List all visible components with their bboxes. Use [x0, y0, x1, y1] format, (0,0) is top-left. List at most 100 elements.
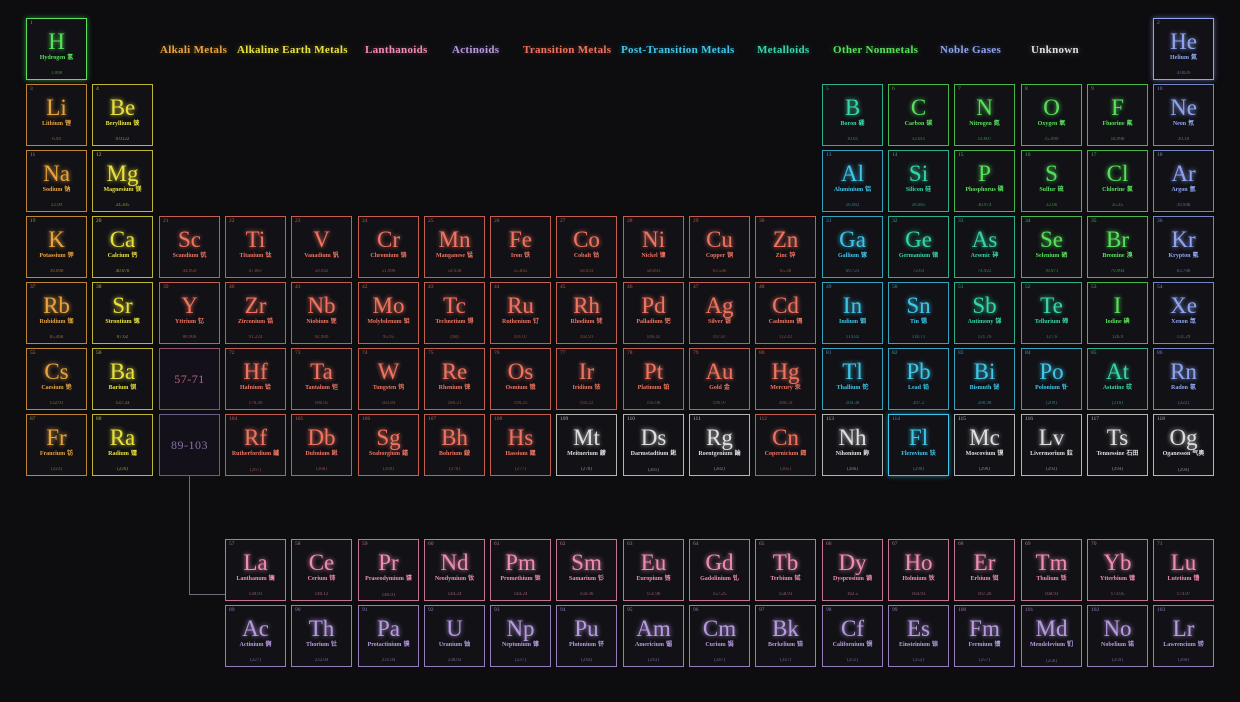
element-range-placeholder[interactable]: 89-103 [159, 414, 220, 476]
element-cell-fm[interactable]: 100 Fm Fermium 镄 (257) [954, 605, 1015, 667]
element-cell-cl[interactable]: 17 Cl Chlorine 氯 35.45 [1087, 150, 1148, 212]
element-cell-hg[interactable]: 80 Hg Mercury 汞 200.59 [755, 348, 816, 410]
element-cell-u[interactable]: 92 U Uranium 铀 238.03 [424, 605, 485, 667]
element-cell-fr[interactable]: 87 Fr Francium 钫 (223) [26, 414, 87, 476]
element-cell-al[interactable]: 13 Al Aluminium 铝 26.982 [822, 150, 883, 212]
element-cell-sc[interactable]: 21 Sc Scandium 钪 44.956 [159, 216, 220, 278]
element-cell-o[interactable]: 8 O Oxygen 氧 15.999 [1021, 84, 1082, 146]
element-cell-mg[interactable]: 12 Mg Magnesium 镁 24.305 [92, 150, 153, 212]
element-cell-tl[interactable]: 81 Tl Thallium 铊 204.38 [822, 348, 883, 410]
element-cell-tc[interactable]: 43 Tc Technetium 锝 (98) [424, 282, 485, 344]
element-cell-cm[interactable]: 96 Cm Curium 锔 (247) [689, 605, 750, 667]
element-cell-co[interactable]: 27 Co Cobalt 钴 58.933 [556, 216, 617, 278]
element-cell-cn[interactable]: 112 Cn Copernicium 鎶 (285) [755, 414, 816, 476]
element-cell-cu[interactable]: 29 Cu Copper 铜 63.546 [689, 216, 750, 278]
element-cell-mn[interactable]: 25 Mn Manganese 锰 54.938 [424, 216, 485, 278]
element-cell-la[interactable]: 57 La Lanthanum 镧 138.91 [225, 539, 286, 601]
element-cell-es[interactable]: 99 Es Einsteinium 锿 (252) [888, 605, 949, 667]
element-cell-bh[interactable]: 107 Bh Bohrium 𨨏 (270) [424, 414, 485, 476]
element-cell-pa[interactable]: 91 Pa Protactinium 镤 231.04 [358, 605, 419, 667]
element-cell-ga[interactable]: 31 Ga Gallium 镓 69.723 [822, 216, 883, 278]
element-cell-dy[interactable]: 66 Dy Dysprosium 镝 162.5 [822, 539, 883, 601]
element-cell-rf[interactable]: 104 Rf Rutherfordium 鑪 (267) [225, 414, 286, 476]
element-cell-fe[interactable]: 26 Fe Iron 铁 55.845 [490, 216, 551, 278]
element-cell-md[interactable]: 101 Md Mendelevium 钔 (258) [1021, 605, 1082, 667]
element-cell-pr[interactable]: 59 Pr Praseodymium 镨 140.91 [358, 539, 419, 601]
element-cell-yb[interactable]: 70 Yb Ytterbium 镱 173.05 [1087, 539, 1148, 601]
element-cell-v[interactable]: 23 V Vanadium 钒 50.942 [291, 216, 352, 278]
element-cell-k[interactable]: 19 K Potassium 钾 39.098 [26, 216, 87, 278]
element-cell-ag[interactable]: 47 Ag Silver 银 107.87 [689, 282, 750, 344]
element-cell-au[interactable]: 79 Au Gold 金 196.97 [689, 348, 750, 410]
element-cell-rn[interactable]: 86 Rn Radon 氡 (222) [1153, 348, 1214, 410]
element-cell-kr[interactable]: 36 Kr Krypton 氪 83.798 [1153, 216, 1214, 278]
legend-item-transition-metals[interactable]: Transition Metals [523, 44, 611, 56]
element-cell-br[interactable]: 35 Br Bromine 溴 79.904 [1087, 216, 1148, 278]
element-cell-si[interactable]: 14 Si Silicon 硅 28.085 [888, 150, 949, 212]
element-cell-mc[interactable]: 115 Mc Moscovium 镆 (290) [954, 414, 1015, 476]
element-cell-am[interactable]: 95 Am Americium 镅 (243) [623, 605, 684, 667]
element-cell-sm[interactable]: 62 Sm Samarium 钐 150.36 [556, 539, 617, 601]
element-cell-fl[interactable]: 114 Fl Flerovium 𫓧 (290) [888, 414, 949, 476]
element-cell-rb[interactable]: 37 Rb Rubidium 铷 85.468 [26, 282, 87, 344]
element-cell-s[interactable]: 16 S Sulfur 硫 32.06 [1021, 150, 1082, 212]
element-cell-ho[interactable]: 67 Ho Holmium 钬 164.93 [888, 539, 949, 601]
element-cell-tm[interactable]: 69 Tm Thulium 铥 168.93 [1021, 539, 1082, 601]
element-cell-db[interactable]: 105 Db Dubnium 𨧀 (268) [291, 414, 352, 476]
element-cell-cf[interactable]: 98 Cf Californium 锎 (251) [822, 605, 883, 667]
element-cell-pm[interactable]: 61 Pm Promethium 钷 144.24 [490, 539, 551, 601]
element-cell-np[interactable]: 93 Np Neptunium 镎 (237) [490, 605, 551, 667]
element-cell-ne[interactable]: 10 Ne Neon 氖 20.18 [1153, 84, 1214, 146]
element-cell-nd[interactable]: 60 Nd Neodymium 钕 144.24 [424, 539, 485, 601]
element-cell-cs[interactable]: 55 Cs Caesium 铯 132.91 [26, 348, 87, 410]
legend-item-post-transition-metals[interactable]: Post-Transition Metals [621, 44, 735, 56]
element-cell-he[interactable]: 2 He Helium 氦 4.0026 [1153, 18, 1214, 80]
element-cell-ar[interactable]: 18 Ar Argon 氩 39.948 [1153, 150, 1214, 212]
legend-item-other-nonmetals[interactable]: Other Nonmetals [833, 44, 918, 56]
element-cell-y[interactable]: 39 Y Yttrium 钇 88.906 [159, 282, 220, 344]
element-cell-in[interactable]: 49 In Indium 铟 114.82 [822, 282, 883, 344]
element-cell-ru[interactable]: 44 Ru Ruthenium 钌 101.07 [490, 282, 551, 344]
element-cell-ds[interactable]: 110 Ds Darmstadtium 𨧀 (281) [623, 414, 684, 476]
element-cell-th[interactable]: 90 Th Thorium 钍 232.04 [291, 605, 352, 667]
element-cell-ce[interactable]: 58 Ce Cerium 铈 140.12 [291, 539, 352, 601]
element-cell-er[interactable]: 68 Er Erbium 铒 167.26 [954, 539, 1015, 601]
legend-item-lanthanoids[interactable]: Lanthanoids [365, 44, 428, 56]
element-cell-n[interactable]: 7 N Nitrogen 氮 14.007 [954, 84, 1015, 146]
element-cell-sb[interactable]: 51 Sb Antimony 锑 121.76 [954, 282, 1015, 344]
element-cell-mt[interactable]: 109 Mt Meitnerium 䥑 (278) [556, 414, 617, 476]
element-cell-zr[interactable]: 40 Zr Zirconium 锆 91.224 [225, 282, 286, 344]
legend-item-actinoids[interactable]: Actinoids [452, 44, 499, 56]
element-cell-zn[interactable]: 30 Zn Zinc 锌 65.38 [755, 216, 816, 278]
element-cell-li[interactable]: 3 Li Lithium 锂 6.94 [26, 84, 87, 146]
element-cell-pu[interactable]: 94 Pu Plutonium 钚 (244) [556, 605, 617, 667]
element-cell-tb[interactable]: 65 Tb Terbium 铽 158.93 [755, 539, 816, 601]
element-cell-sn[interactable]: 50 Sn Tin 锡 118.71 [888, 282, 949, 344]
element-cell-sr[interactable]: 38 Sr Strontium 锶 87.62 [92, 282, 153, 344]
element-cell-te[interactable]: 52 Te Tellurium 碲 127.6 [1021, 282, 1082, 344]
element-cell-pd[interactable]: 46 Pd Palladium 钯 106.42 [623, 282, 684, 344]
element-cell-rg[interactable]: 111 Rg Roentgenium 錀 (282) [689, 414, 750, 476]
element-cell-ni[interactable]: 28 Ni Nickel 镍 58.693 [623, 216, 684, 278]
element-cell-at[interactable]: 85 At Astatine 砹 (210) [1087, 348, 1148, 410]
element-cell-pb[interactable]: 82 Pb Lead 铅 207.2 [888, 348, 949, 410]
legend-item-unknown[interactable]: Unknown [1031, 44, 1079, 56]
element-cell-ge[interactable]: 32 Ge Germanium 锗 72.63 [888, 216, 949, 278]
element-cell-p[interactable]: 15 P Phosphorus 磷 30.974 [954, 150, 1015, 212]
element-cell-cr[interactable]: 24 Cr Chromium 铬 51.996 [358, 216, 419, 278]
element-cell-sg[interactable]: 106 Sg Seaborgium 𨭎 (269) [358, 414, 419, 476]
element-cell-re[interactable]: 75 Re Rhenium 铼 186.21 [424, 348, 485, 410]
element-cell-i[interactable]: 53 I Iodine 碘 126.9 [1087, 282, 1148, 344]
element-cell-as[interactable]: 33 As Arsenic 砷 74.922 [954, 216, 1015, 278]
element-cell-hf[interactable]: 72 Hf Hafnium 铪 178.49 [225, 348, 286, 410]
element-cell-ir[interactable]: 77 Ir Iridium 铱 192.22 [556, 348, 617, 410]
element-cell-na[interactable]: 11 Na Sodium 钠 22.99 [26, 150, 87, 212]
element-cell-f[interactable]: 9 F Fluorine 氟 18.998 [1087, 84, 1148, 146]
element-cell-bi[interactable]: 83 Bi Bismuth 铋 208.98 [954, 348, 1015, 410]
element-cell-gd[interactable]: 64 Gd Gadolinium 钆 157.25 [689, 539, 750, 601]
element-cell-rh[interactable]: 45 Rh Rhodium 铑 102.91 [556, 282, 617, 344]
element-cell-os[interactable]: 76 Os Osmium 锇 190.23 [490, 348, 551, 410]
element-cell-lv[interactable]: 116 Lv Livermorium 鉝 (293) [1021, 414, 1082, 476]
element-cell-be[interactable]: 4 Be Beryllium 铍 9.0122 [92, 84, 153, 146]
element-cell-bk[interactable]: 97 Bk Berkelium 锫 (247) [755, 605, 816, 667]
